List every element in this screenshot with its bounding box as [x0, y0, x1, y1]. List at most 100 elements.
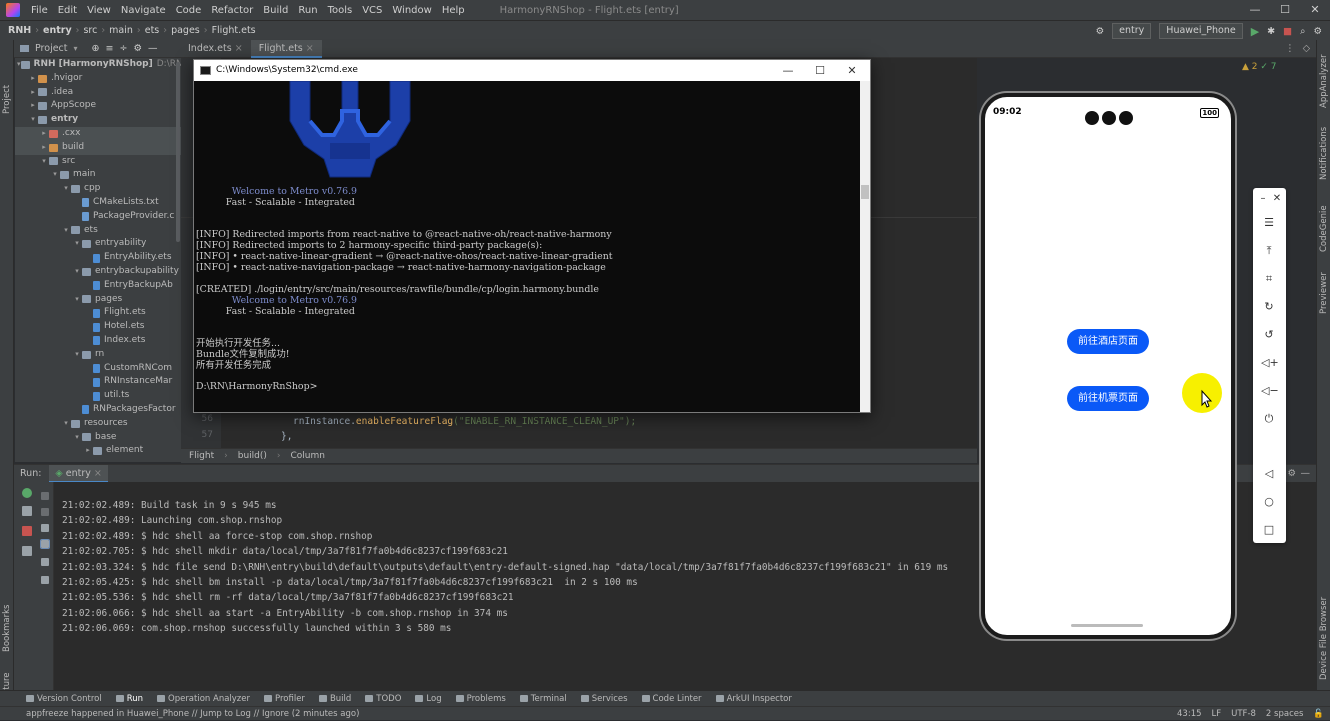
chevron-down-icon[interactable]: ▾ — [72, 348, 82, 362]
tree-row[interactable]: ▾RNH [HarmonyRNShop]D:\RN\ — [15, 58, 181, 72]
run-config-select[interactable]: entry — [1112, 23, 1152, 39]
locate-icon[interactable]: ⊕ — [92, 43, 100, 54]
soft-wrap-icon[interactable] — [41, 524, 49, 532]
scroll-up-icon[interactable] — [41, 492, 49, 500]
inspection-warnings[interactable]: ▲ 2 ✓ 7 — [1242, 62, 1277, 72]
cmd-close-button[interactable]: ✕ — [836, 60, 868, 81]
tool-log[interactable]: Log — [415, 694, 442, 704]
rerun-icon[interactable] — [22, 488, 32, 498]
chevron-down-icon[interactable]: ▾ — [50, 168, 60, 182]
chevron-right-icon[interactable]: ▸ — [28, 99, 38, 113]
search-icon[interactable]: ⌕ — [1300, 26, 1305, 37]
volume-down-icon[interactable]: ◁− — [1261, 384, 1279, 398]
tree-row[interactable]: Hotel.ets — [15, 320, 181, 334]
rotate-alt-icon[interactable]: ↺ — [1261, 328, 1277, 342]
crop-icon[interactable]: ⌗ — [1261, 272, 1277, 286]
run-config-tab[interactable]: ◈ entry × — [49, 464, 108, 483]
close-icon[interactable]: ✕ — [1269, 192, 1285, 206]
tree-row[interactable]: ▾ ets — [15, 224, 181, 238]
run-icon[interactable]: ▶ — [1251, 25, 1259, 38]
tree-row[interactable]: ▾ resources — [15, 417, 181, 431]
stop-icon[interactable] — [22, 526, 32, 536]
tree-row[interactable]: ▾ base — [15, 431, 181, 445]
back-icon[interactable]: ◁ — [1261, 467, 1277, 481]
menu-build[interactable]: Build — [258, 5, 293, 16]
breadcrumb-project[interactable]: RNH — [0, 25, 35, 36]
chevron-right-icon[interactable]: ▸ — [39, 141, 49, 155]
status-message[interactable]: appfreeze happened in Huawei_Phone // Ju… — [26, 709, 359, 719]
tool-services[interactable]: Services — [580, 694, 628, 704]
line-separator[interactable]: LF — [1212, 709, 1222, 719]
menu-code[interactable]: Code — [171, 5, 207, 16]
tool-terminal[interactable]: Terminal — [519, 694, 567, 704]
debug-icon[interactable]: ✱ — [1267, 26, 1275, 37]
menu-window[interactable]: Window — [387, 5, 436, 16]
tree-row[interactable]: util.ts — [15, 389, 181, 403]
volume-up-icon[interactable]: ◁+ — [1261, 356, 1279, 370]
tool-code-linter[interactable]: Code Linter — [641, 694, 702, 704]
tree-row[interactable]: ▾ cpp — [15, 182, 181, 196]
chevron-right-icon[interactable]: ▸ — [83, 444, 93, 458]
breadcrumb-flight[interactable]: Flight — [189, 451, 214, 461]
tree-row[interactable]: EntryAbility.ets — [15, 251, 181, 265]
scroll-down-icon[interactable] — [41, 508, 49, 516]
maximize-window-button[interactable]: ☐ — [1270, 0, 1300, 20]
menu-run[interactable]: Run — [293, 5, 322, 16]
breadcrumb-pages[interactable]: pages — [167, 25, 204, 36]
tab-flight-ets[interactable]: Flight.ets × — [250, 39, 322, 58]
previewer-tool-tab[interactable]: Previewer — [1319, 272, 1329, 314]
tree-row[interactable]: ▾ src — [15, 155, 181, 169]
tree-row[interactable]: ▾ pages — [15, 293, 181, 307]
chevron-down-icon[interactable]: ▾ — [72, 265, 82, 279]
cmd-scrollbar[interactable] — [860, 81, 870, 412]
chevron-down-icon[interactable]: ▾ — [61, 417, 71, 431]
close-icon[interactable]: × — [235, 43, 243, 54]
stop-icon[interactable]: ■ — [1283, 26, 1292, 37]
chevron-down-icon[interactable]: ▾ — [28, 113, 38, 127]
tree-row[interactable]: ▸ build — [15, 140, 181, 155]
notifications-tool-tab[interactable]: Notifications — [1319, 127, 1329, 180]
chevron-right-icon[interactable]: ▸ — [28, 86, 38, 100]
chevron-down-icon[interactable]: ▾ — [39, 155, 49, 169]
minimize-window-button[interactable]: — — [1240, 0, 1270, 20]
run-hide-icon[interactable]: — — [1301, 468, 1311, 479]
device-select[interactable]: Huawei_Phone — [1159, 23, 1243, 39]
tree-row[interactable]: ▸ .cxx — [15, 126, 181, 141]
tool-arkui-inspector[interactable]: ArkUI Inspector — [715, 694, 792, 704]
expand-icon[interactable]: ÷ — [119, 43, 127, 54]
tool-problems[interactable]: Problems — [455, 694, 506, 704]
cmd-title-bar[interactable]: C:\Windows\System32\cmd.exe — ☐ ✕ — [194, 60, 870, 81]
tree-row[interactable]: ▾ entrybackupability — [15, 265, 181, 279]
chevron-down-icon[interactable]: ▾ — [72, 431, 82, 445]
tool-profiler[interactable]: Profiler — [264, 694, 305, 704]
tool-run[interactable]: Run — [115, 694, 143, 704]
chevron-right-icon[interactable]: ▸ — [39, 127, 49, 141]
code-line-enable-feature-flag[interactable]: rnInstance.enableFeatureFlag("ENABLE_RN_… — [293, 416, 636, 427]
project-tool-tab[interactable]: Project — [2, 85, 12, 114]
home-indicator[interactable] — [1071, 624, 1143, 627]
pin-top-icon[interactable]: ⤒ — [1261, 244, 1277, 258]
breadcrumb-column[interactable]: Column — [291, 451, 325, 461]
recents-icon[interactable]: □ — [1261, 523, 1277, 537]
menu-vcs[interactable]: VCS — [357, 5, 387, 16]
goto-flight-button[interactable]: 前往机票页面 — [1067, 386, 1149, 411]
menu-tools[interactable]: Tools — [323, 5, 358, 16]
gear-icon[interactable]: ⚙ — [133, 43, 142, 54]
cmd-maximize-button[interactable]: ☐ — [804, 60, 836, 81]
tree-scrollbar[interactable] — [176, 62, 180, 242]
tree-row[interactable]: ▸ .hvigor — [15, 72, 181, 86]
app-analyzer-tool-tab[interactable]: AppAnalyzer — [1319, 54, 1329, 108]
goto-hotel-button[interactable]: 前往酒店页面 — [1067, 329, 1149, 354]
close-icon[interactable]: × — [94, 468, 102, 479]
tree-row[interactable]: Index.ets — [15, 334, 181, 348]
chevron-down-icon[interactable]: ▾ — [74, 44, 78, 53]
tool-build[interactable]: Build — [318, 694, 351, 704]
close-window-button[interactable]: ✕ — [1300, 0, 1330, 20]
cmd-window[interactable]: C:\Windows\System32\cmd.exe — ☐ ✕ Welcom… — [193, 59, 871, 413]
chevron-right-icon[interactable]: ▸ — [28, 72, 38, 86]
run-settings-icon[interactable]: ⚙ — [1287, 468, 1296, 479]
settings-icon[interactable]: ⚙ — [1313, 26, 1322, 37]
chevron-down-icon[interactable]: ▾ — [72, 237, 82, 251]
menu-refactor[interactable]: Refactor — [206, 5, 258, 16]
tabs-more-icon[interactable]: ⋮ — [1285, 40, 1295, 58]
